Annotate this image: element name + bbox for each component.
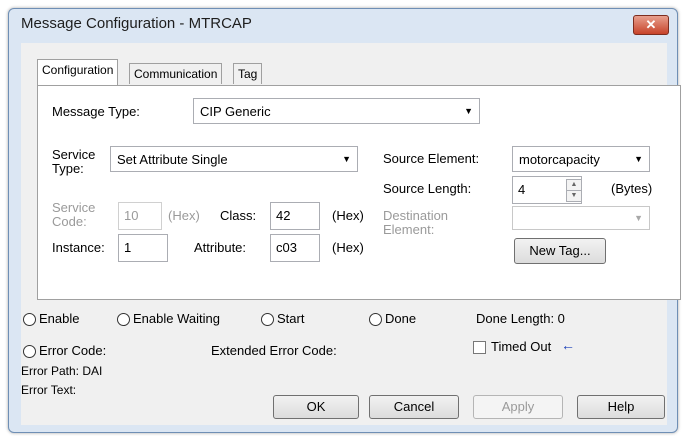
error-text-label: Error Text: bbox=[21, 383, 77, 397]
class-unit: (Hex) bbox=[332, 208, 364, 223]
left-arrow-icon: ← bbox=[561, 337, 575, 353]
instance-field[interactable]: 1 bbox=[118, 234, 168, 262]
tab-tag[interactable]: Tag bbox=[233, 63, 263, 84]
attribute-label: Attribute: bbox=[194, 240, 247, 255]
chevron-down-icon: ▼ bbox=[634, 213, 643, 223]
service-type-value: Set Attribute Single bbox=[117, 152, 228, 167]
instance-label: Instance: bbox=[52, 240, 105, 255]
new-tag-button[interactable]: New Tag... bbox=[514, 238, 606, 264]
tab-tag-label: Tag bbox=[238, 67, 258, 81]
enable-label: Enable bbox=[39, 311, 80, 326]
enable-indicator bbox=[23, 313, 36, 326]
done-length-label: Done Length: 0 bbox=[476, 311, 565, 326]
done-label: Done bbox=[385, 311, 417, 326]
source-element-value: motorcapacity bbox=[519, 152, 600, 167]
chevron-down-icon: ▼ bbox=[342, 154, 351, 164]
tab-communication[interactable]: Communication bbox=[129, 63, 223, 84]
source-element-dropdown[interactable]: motorcapacity ▼ bbox=[512, 146, 650, 172]
message-type-value: CIP Generic bbox=[200, 104, 271, 119]
error-code-label: Error Code: bbox=[39, 343, 107, 358]
spin-down-icon[interactable]: ▼ bbox=[566, 190, 582, 202]
destination-element-dropdown[interactable]: ▼ bbox=[512, 206, 650, 230]
source-length-label: Source Length: bbox=[383, 181, 472, 196]
chevron-down-icon: ▼ bbox=[634, 154, 643, 164]
attribute-unit: (Hex) bbox=[332, 240, 364, 255]
timed-out-label: Timed Out bbox=[491, 339, 552, 354]
chevron-down-icon: ▼ bbox=[464, 106, 473, 116]
enable-waiting-indicator bbox=[117, 313, 130, 326]
class-field[interactable]: 42 bbox=[270, 202, 320, 230]
tab-configuration[interactable]: Configuration bbox=[37, 59, 119, 85]
source-length-unit: (Bytes) bbox=[611, 181, 653, 196]
service-code-unit: (Hex) bbox=[168, 208, 200, 223]
service-code-label: Service Code: bbox=[52, 200, 96, 229]
dialog-title: Message Configuration - MTRCAP bbox=[21, 15, 252, 32]
help-button[interactable]: Help bbox=[577, 395, 665, 419]
start-indicator bbox=[261, 313, 274, 326]
class-label: Class: bbox=[220, 208, 257, 223]
done-indicator bbox=[369, 313, 382, 326]
ok-button[interactable]: OK bbox=[273, 395, 359, 419]
tab-configuration-label: Configuration bbox=[42, 63, 114, 77]
configuration-panel: Message Type: CIP Generic ▼ Service Type:… bbox=[37, 85, 681, 300]
timed-out-checkbox[interactable] bbox=[473, 341, 486, 354]
message-type-dropdown[interactable]: CIP Generic ▼ bbox=[193, 98, 480, 124]
destination-element-label: Destination Element: bbox=[383, 208, 449, 237]
service-type-dropdown[interactable]: Set Attribute Single ▼ bbox=[110, 146, 358, 172]
start-label: Start bbox=[277, 311, 305, 326]
apply-button[interactable]: Apply bbox=[473, 395, 563, 419]
attribute-field[interactable]: c03 bbox=[270, 234, 320, 262]
error-code-indicator bbox=[23, 345, 36, 358]
cancel-button[interactable]: Cancel bbox=[369, 395, 459, 419]
close-icon[interactable]: ✕ bbox=[646, 17, 657, 32]
title-bar: Message Configuration - MTRCAP ✕ bbox=[9, 9, 677, 39]
service-type-label: Service Type: bbox=[52, 147, 96, 176]
message-configuration-dialog: Message Configuration - MTRCAP ✕ Configu… bbox=[8, 8, 681, 433]
source-element-label: Source Element: bbox=[383, 151, 480, 166]
enable-waiting-label: Enable Waiting bbox=[133, 311, 220, 326]
tab-communication-label: Communication bbox=[134, 67, 218, 81]
dialog-client-area: Configuration Communication Tag Message … bbox=[21, 43, 681, 425]
close-button[interactable]: ✕ bbox=[633, 15, 669, 35]
service-code-field[interactable]: 10 bbox=[118, 202, 162, 230]
extended-error-code-label: Extended Error Code: bbox=[211, 343, 337, 358]
message-type-label: Message Type: bbox=[52, 104, 140, 119]
error-path-label: Error Path: DAI bbox=[21, 364, 103, 378]
